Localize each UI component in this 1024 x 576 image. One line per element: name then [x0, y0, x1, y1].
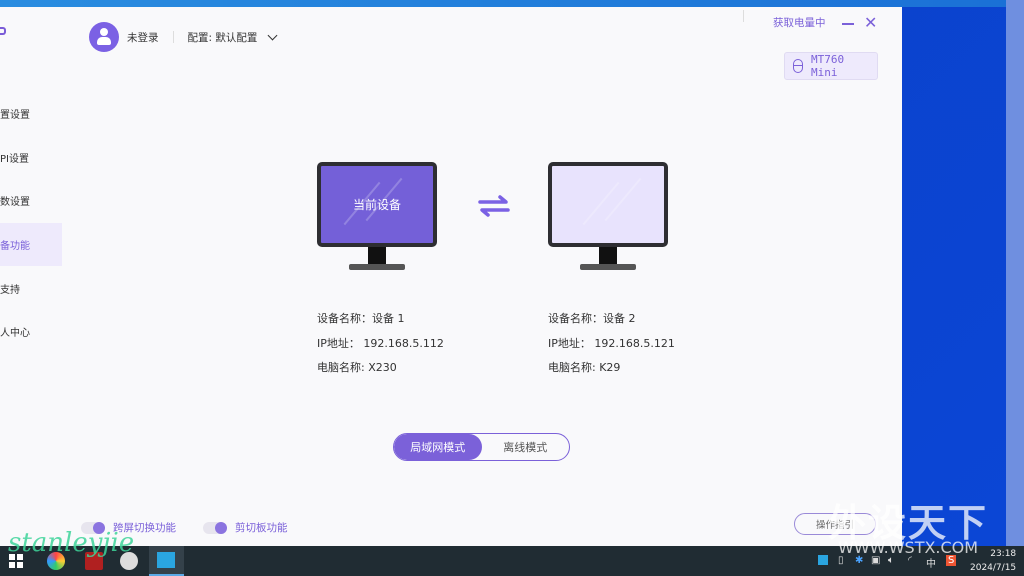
sidebar-item-dpi-settings[interactable]: PI设置	[0, 136, 62, 180]
minimize-button[interactable]	[842, 23, 854, 25]
avatar[interactable]	[89, 22, 119, 52]
sidebar-item-support[interactable]: 支持	[0, 266, 62, 310]
sidebar: 置设置 PI设置 数设置 设备功能 支持 人中心	[0, 92, 62, 354]
device-name: MT760 Mini	[810, 53, 845, 79]
device-name: 设备名称：设备 1	[317, 312, 405, 325]
device-pc-name: 电脑名称: X230	[317, 361, 397, 375]
sidebar-item-label: 数设置	[0, 197, 30, 209]
mode-switch: 局域网模式 离线模式	[393, 433, 570, 461]
device-badge[interactable]: MT760 Mini	[784, 52, 878, 80]
offline-mode-tab[interactable]: 离线模式	[482, 434, 570, 460]
login-status[interactable]: 未登录	[127, 30, 159, 45]
sidebar-item-personal-center[interactable]: 人中心	[0, 310, 62, 354]
device-ip: IP地址： 192.168.5.112	[317, 336, 444, 350]
sidebar-item-label: 设备功能	[0, 241, 30, 253]
sidebar-item-label: 支持	[0, 284, 20, 296]
current-device-label: 当前设备	[352, 198, 401, 212]
sidebar-item-label: PI设置	[0, 153, 29, 165]
battery-status: 获取电量中	[773, 17, 826, 29]
monitor-base	[349, 264, 405, 270]
date: 2024/7/15	[970, 563, 1017, 573]
clipboard-toggle[interactable]: 剪切板功能	[203, 520, 288, 535]
monitor-stand	[599, 247, 617, 264]
device-2-info: 设备名称：设备 2 IP地址： 192.168.5.121 电脑名称: K29	[548, 307, 675, 381]
monitor-screen: 当前设备	[317, 162, 437, 247]
monitor-stand	[368, 247, 386, 264]
ime-indicator[interactable]: 中	[926, 555, 936, 570]
toggle-switch[interactable]	[203, 521, 227, 534]
monitor-base	[580, 264, 636, 270]
url-watermark: WWW.WSTX.COM	[838, 538, 979, 557]
desktop-top	[0, 0, 1024, 7]
sidebar-item-label: 置设置	[0, 110, 30, 122]
header: 未登录 配置: 默认配置	[89, 22, 278, 52]
chevron-down-icon[interactable]	[267, 30, 278, 40]
divider	[743, 10, 744, 22]
lan-mode-tab[interactable]: 局域网模式	[394, 434, 482, 460]
toggle-label: 剪切板功能	[235, 522, 288, 534]
device-ip: IP地址： 192.168.5.121	[548, 336, 675, 350]
app-window: 置设置 PI设置 数设置 设备功能 支持 人中心	[0, 7, 902, 546]
divider	[172, 31, 174, 43]
device-name: 设备名称：设备 2	[548, 312, 636, 325]
other-device-monitor[interactable]	[548, 162, 668, 272]
close-button[interactable]: ✕	[864, 15, 877, 31]
sidebar-item-button-settings[interactable]: 置设置	[0, 92, 62, 136]
sidebar-item-param-settings[interactable]: 数设置	[0, 179, 62, 223]
current-device-monitor[interactable]: 当前设备	[317, 162, 437, 272]
desktop-edge	[1006, 0, 1024, 546]
wireless-mouse-icon	[793, 59, 803, 73]
mouse-app-taskbar-button[interactable]	[149, 546, 184, 576]
monitor-screen	[548, 162, 668, 247]
signature-watermark: stanleyjie	[8, 528, 135, 558]
swap-arrows-icon	[478, 195, 510, 217]
tray-app-icon[interactable]	[818, 555, 828, 565]
sidebar-item-label: 人中心	[0, 328, 30, 340]
sidebar-item-multi-device[interactable]: 设备功能	[0, 222, 62, 267]
app-logo	[0, 27, 6, 35]
config-select[interactable]: 配置: 默认配置	[188, 30, 258, 45]
device-pc-name: 电脑名称: K29	[548, 361, 621, 375]
device-1-info: 设备名称：设备 1 IP地址： 192.168.5.112 电脑名称: X230	[317, 307, 444, 381]
